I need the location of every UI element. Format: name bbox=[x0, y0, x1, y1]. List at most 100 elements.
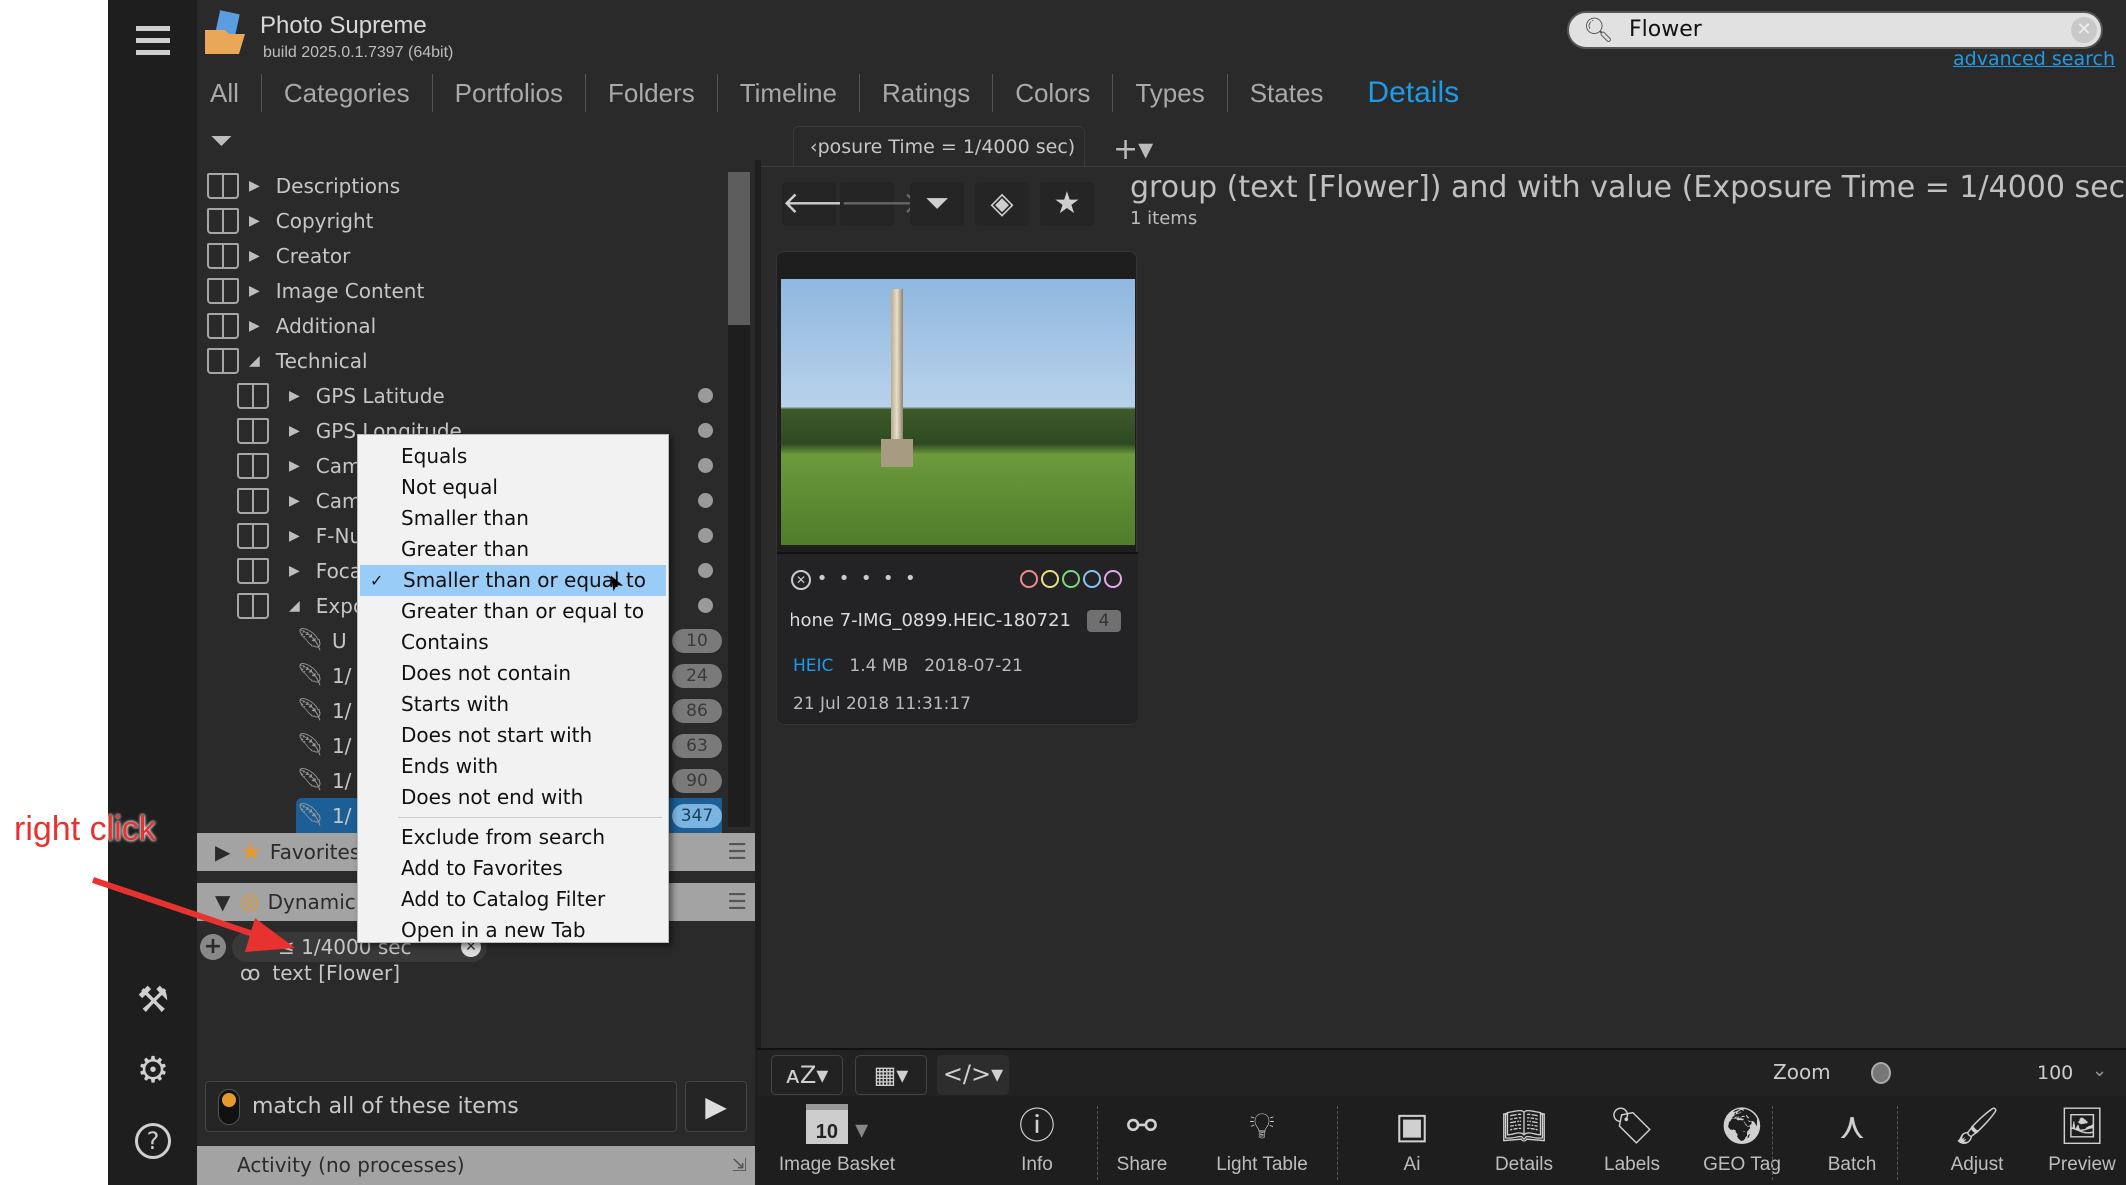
chevron-down-icon[interactable]: ▾ bbox=[848, 1114, 868, 1144]
thumbnail-card[interactable]: ✕ • • • • • 180721-iPhone 7-IMG_0899.HEI… bbox=[776, 251, 1138, 725]
tab-all[interactable]: All bbox=[208, 74, 262, 112]
version-count-badge[interactable]: 4 bbox=[1087, 610, 1121, 632]
forward-arrow-icon[interactable]: 🡒 bbox=[840, 182, 920, 226]
panel-menu-icon[interactable]: ☰ bbox=[727, 890, 747, 915]
menu-item[interactable]: Equals bbox=[358, 441, 668, 472]
run-search-button[interactable]: ▶ bbox=[685, 1081, 747, 1132]
expand-icon[interactable]: ▶ bbox=[249, 213, 260, 229]
toolbar-adjust-button[interactable]: 🖌︎ Adjust bbox=[1932, 1096, 2022, 1176]
menu-item[interactable]: Greater than or equal to bbox=[358, 596, 668, 627]
add-tab-icon[interactable]: +▾ bbox=[1113, 132, 1153, 167]
tools-icon[interactable]: ⚒ bbox=[130, 978, 176, 1024]
tab-folders[interactable]: Folders bbox=[586, 74, 718, 112]
panel-menu-icon[interactable]: ☰ bbox=[727, 840, 747, 865]
toolbar-labels-button[interactable]: 🏷︎ Labels bbox=[1587, 1096, 1677, 1176]
gear-icon[interactable]: ⚙ bbox=[130, 1048, 176, 1094]
toolbar-image-basket-button[interactable]: 10 ▾ Image Basket bbox=[767, 1096, 907, 1176]
tab-colors[interactable]: Colors bbox=[993, 74, 1114, 112]
filter-icon[interactable]: ⏷ bbox=[210, 124, 232, 158]
exposure-item[interactable]: 🪶︎ 1/ bbox=[296, 693, 351, 728]
menu-item[interactable]: Does not start with bbox=[358, 720, 668, 751]
photo-thumbnail[interactable] bbox=[781, 279, 1135, 545]
collapse-icon[interactable]: ◢ bbox=[289, 598, 300, 614]
zoom-value[interactable]: 100 bbox=[2037, 1062, 2073, 1084]
toolbar-geo-tag-button[interactable]: 🌍︎ GEO Tag bbox=[1697, 1096, 1787, 1176]
menu-item[interactable]: Add to Catalog Filter bbox=[358, 884, 668, 915]
tree-item[interactable]: ▶ Copyright bbox=[207, 203, 374, 238]
search-icon[interactable]: 🔍︎ bbox=[1583, 13, 1613, 47]
expand-icon[interactable]: ▶ bbox=[249, 283, 260, 299]
hamburger-menu-icon[interactable] bbox=[136, 26, 170, 56]
toolbar-ai-button[interactable]: ▣ Ai bbox=[1367, 1096, 1457, 1176]
tree-item[interactable]: ▶ Cam bbox=[237, 483, 361, 518]
search-input[interactable]: 🔍︎ Flower ✕ bbox=[1567, 11, 2103, 49]
menu-item[interactable]: Ends with bbox=[358, 751, 668, 782]
tree-item[interactable]: ▶ Creator bbox=[207, 238, 350, 273]
tab-details[interactable]: Details bbox=[1345, 74, 1481, 112]
expand-icon[interactable]: ▶ bbox=[249, 248, 260, 264]
splitter[interactable] bbox=[755, 160, 761, 1185]
color-label-icon[interactable] bbox=[1083, 570, 1101, 588]
exposure-item[interactable]: 🪶︎ 1/ bbox=[296, 763, 351, 798]
expand-icon[interactable]: ▶ bbox=[289, 423, 300, 439]
filter-text-item[interactable]: ꝏ text [Flower] bbox=[240, 961, 400, 985]
code-view-button[interactable]: </>▾ bbox=[937, 1055, 1009, 1095]
color-label-icon[interactable] bbox=[1104, 570, 1122, 588]
toolbar-info-button[interactable]: ⓘ Info bbox=[992, 1096, 1082, 1176]
tree-scrollbar[interactable] bbox=[728, 172, 750, 827]
color-label-icon[interactable] bbox=[1020, 570, 1038, 588]
menu-item[interactable]: Not equal bbox=[358, 472, 668, 503]
chevron-down-icon[interactable]: ⌄ bbox=[2092, 1060, 2107, 1081]
tab-timeline[interactable]: Timeline bbox=[718, 74, 861, 112]
menu-item[interactable]: Greater than bbox=[358, 534, 668, 565]
zoom-slider-handle[interactable] bbox=[1871, 1062, 1891, 1084]
expand-icon[interactable]: ▶ bbox=[289, 563, 300, 579]
menu-item[interactable]: Exclude from search bbox=[358, 822, 668, 853]
breadcrumb-tab[interactable]: ‹posure Time = 1/4000 sec) bbox=[793, 126, 1085, 166]
help-icon[interactable]: ? bbox=[130, 1117, 176, 1163]
tree-item[interactable]: ▶ F-Nu bbox=[237, 518, 362, 553]
expand-icon[interactable]: ▶ bbox=[289, 458, 300, 474]
menu-item[interactable]: Does not end with bbox=[358, 782, 668, 813]
match-mode-selector[interactable]: match all of these items bbox=[205, 1081, 677, 1132]
sort-button[interactable]: ᴀZ▾ bbox=[771, 1055, 843, 1095]
menu-item[interactable]: Contains bbox=[358, 627, 668, 658]
menu-item[interactable]: Add to Favorites bbox=[358, 853, 668, 884]
reject-icon[interactable]: ✕ bbox=[791, 570, 811, 590]
toolbar-batch-button[interactable]: ⋏ Batch bbox=[1807, 1096, 1897, 1176]
tab-ratings[interactable]: Ratings bbox=[860, 74, 994, 112]
expand-icon[interactable]: ⇲ bbox=[732, 1146, 747, 1185]
expand-icon[interactable]: ▶ bbox=[289, 388, 300, 404]
tree-item[interactable]: ▶ Cam bbox=[237, 448, 361, 483]
expand-icon[interactable]: ▶ bbox=[289, 493, 300, 509]
tab-portfolios[interactable]: Portfolios bbox=[433, 74, 587, 112]
expand-icon[interactable]: ▶ bbox=[249, 318, 260, 334]
activity-panel[interactable]: Activity (no processes) ⇲ bbox=[197, 1146, 755, 1185]
toolbar-preview-button[interactable]: 🖼︎ Preview bbox=[2037, 1096, 2126, 1176]
tree-item[interactable]: ▶ GPS Latitude bbox=[237, 378, 445, 413]
tab-types[interactable]: Types bbox=[1113, 74, 1228, 112]
tree-item[interactable]: ◢ Expo bbox=[237, 588, 365, 623]
toolbar-details-button[interactable]: 📖︎ Details bbox=[1479, 1096, 1569, 1176]
tree-item[interactable]: ▶ Foca bbox=[237, 553, 362, 588]
expand-icon[interactable]: ▶ bbox=[289, 528, 300, 544]
tab-states[interactable]: States bbox=[1228, 74, 1346, 112]
menu-item[interactable]: Smaller than bbox=[358, 503, 668, 534]
advanced-search-link[interactable]: advanced search bbox=[1953, 48, 2115, 70]
layout-button[interactable]: ▦▾ bbox=[855, 1055, 927, 1095]
color-labels[interactable] bbox=[1017, 570, 1122, 592]
exposure-item[interactable]: 🪶︎ U bbox=[296, 623, 347, 658]
color-label-icon[interactable] bbox=[1041, 570, 1059, 588]
color-label-icon[interactable] bbox=[1062, 570, 1080, 588]
toggle-icon[interactable] bbox=[218, 1089, 240, 1125]
clear-search-icon[interactable]: ✕ bbox=[2071, 17, 2097, 43]
back-arrow-icon[interactable]: 🡐 bbox=[782, 182, 862, 226]
menu-item[interactable]: ✓ Smaller than or equal to ➤ bbox=[360, 565, 666, 596]
exposure-item[interactable]: 🪶︎ 1/ bbox=[296, 728, 351, 763]
menu-item[interactable]: Starts with bbox=[358, 689, 668, 720]
exposure-item[interactable]: 🪶︎ 1/ bbox=[296, 658, 351, 693]
tree-item[interactable]: ◢ Technical bbox=[207, 343, 368, 378]
filter-icon[interactable]: ⏷ bbox=[910, 182, 964, 226]
reject-and-rating[interactable]: ✕ • • • • • bbox=[791, 568, 916, 590]
toolbar-share-button[interactable]: ⚯ Share bbox=[1097, 1096, 1187, 1176]
